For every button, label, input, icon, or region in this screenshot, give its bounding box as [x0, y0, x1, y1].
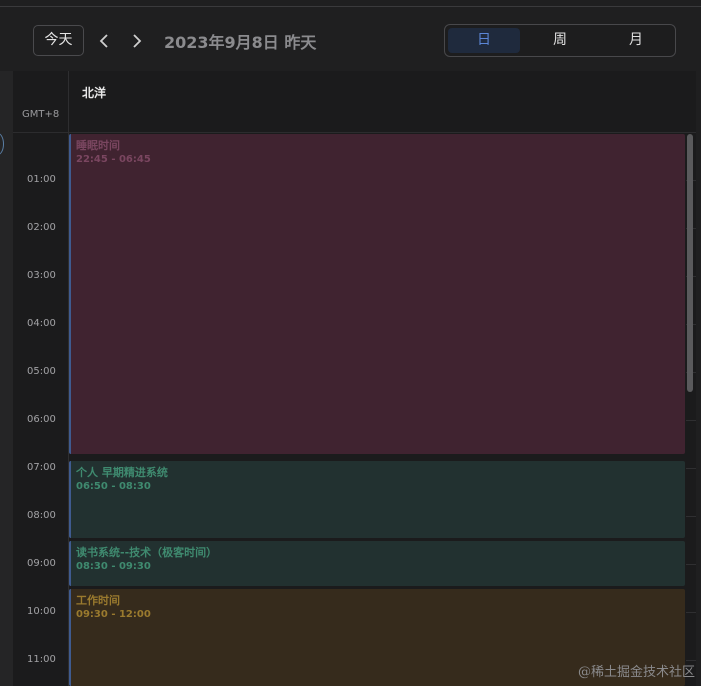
hour-label: 11:00: [27, 654, 56, 665]
event-title: 读书系统--技术（极客时间）: [76, 546, 218, 559]
event-title: 个人 早期精进系统: [76, 466, 168, 479]
view-day-tab[interactable]: 日: [448, 28, 520, 53]
event-time: 08:30 - 09:30: [76, 561, 151, 572]
date-title: 2023年9月8日 昨天: [164, 33, 317, 52]
hour-label: 02:00: [27, 222, 56, 233]
hour-label: 10:00: [27, 606, 56, 617]
event-reading[interactable]: 读书系统--技术（极客时间） 08:30 - 09:30: [69, 541, 685, 586]
today-button[interactable]: 今天: [33, 25, 84, 56]
hour-label: 08:00: [27, 510, 56, 521]
toolbar: 今天 2023年9月8日 昨天 日 周 月: [0, 7, 701, 71]
prev-button[interactable]: [93, 29, 115, 53]
hour-label: 06:00: [27, 414, 56, 425]
event-title: 工作时间: [76, 594, 120, 607]
event-time: 06:50 - 08:30: [76, 481, 151, 492]
event-time: 09:30 - 12:00: [76, 609, 151, 620]
hour-label: 07:00: [27, 462, 56, 473]
event-early-practice[interactable]: 个人 早期精进系统 06:50 - 08:30: [69, 461, 685, 538]
scrollbar-thumb[interactable]: [687, 134, 693, 392]
view-month-tab[interactable]: 月: [600, 28, 672, 53]
next-button[interactable]: [126, 29, 148, 53]
column-header: [13, 71, 696, 133]
left-panel-edge: [0, 71, 13, 686]
hour-label: 09:00: [27, 558, 56, 569]
event-title: 睡眠时间: [76, 139, 120, 152]
view-week-tab[interactable]: 周: [524, 28, 596, 53]
column-name[interactable]: 北洋: [82, 84, 106, 101]
watermark: @稀土掘金技术社区: [577, 665, 695, 680]
hour-label: 01:00: [27, 174, 56, 185]
event-time: 22:45 - 06:45: [76, 154, 151, 165]
chevron-left-icon: [99, 34, 108, 48]
view-switch: 日 周 月: [444, 24, 676, 57]
timezone-label: GMT+8: [22, 109, 60, 120]
event-sleep[interactable]: 睡眠时间 22:45 - 06:45: [69, 134, 685, 454]
hour-label: 05:00: [27, 366, 56, 377]
hour-label: 04:00: [27, 318, 56, 329]
chevron-right-icon: [133, 34, 142, 48]
hour-label: 03:00: [27, 270, 56, 281]
